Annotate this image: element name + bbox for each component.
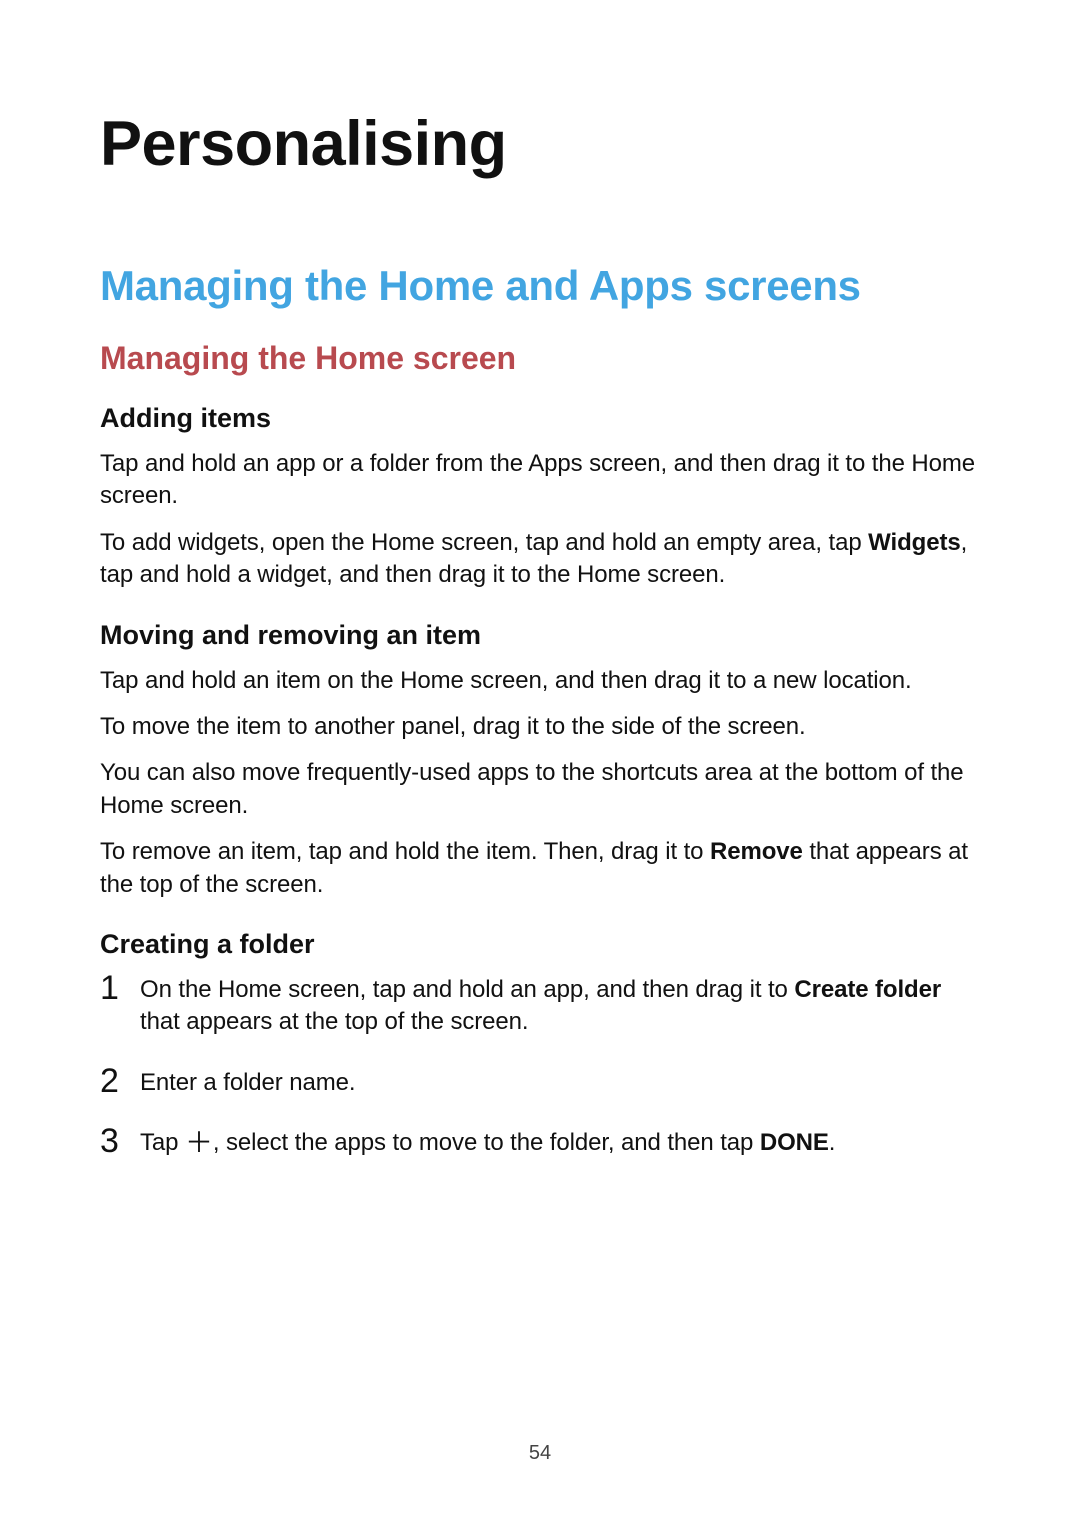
bold-widgets: Widgets [868, 529, 960, 556]
body-text: To move the item to another panel, drag … [100, 711, 980, 743]
chapter-title: Personalising [100, 108, 980, 180]
body-text: To remove an item, tap and hold the item… [100, 836, 980, 901]
body-text: Tap and hold an app or a folder from the… [100, 448, 980, 513]
text-span: To add widgets, open the Home screen, ta… [100, 529, 868, 556]
body-text: Tap and hold an item on the Home screen,… [100, 665, 980, 697]
bold-remove: Remove [710, 838, 803, 865]
text-span: On the Home screen, tap and hold an app,… [140, 976, 794, 1003]
step-3: Tap ＋, select the apps to move to the fo… [100, 1127, 980, 1159]
topic-creating-folder: Creating a folder On the Home screen, ta… [100, 929, 980, 1160]
step-2: Enter a folder name. [100, 1067, 980, 1099]
page-number: 54 [0, 1442, 1080, 1465]
section-title: Managing the Home and Apps screens [100, 262, 980, 310]
text-span: , select the apps to move to the folder,… [213, 1129, 760, 1156]
bold-done: DONE [760, 1129, 829, 1156]
text-span: . [829, 1129, 836, 1156]
topic-adding-items: Adding items Tap and hold an app or a fo… [100, 403, 980, 592]
topic-title-folder: Creating a folder [100, 929, 980, 960]
page: Personalising Managing the Home and Apps… [0, 0, 1080, 1527]
step-1: On the Home screen, tap and hold an app,… [100, 974, 980, 1039]
text-span: Tap [140, 1129, 185, 1156]
topic-title-adding: Adding items [100, 403, 980, 434]
body-text: To add widgets, open the Home screen, ta… [100, 527, 980, 592]
subsection-title: Managing the Home screen [100, 340, 980, 377]
text-span: To remove an item, tap and hold the item… [100, 838, 710, 865]
bold-create-folder: Create folder [794, 976, 941, 1003]
topic-moving-item: Moving and removing an item Tap and hold… [100, 620, 980, 901]
steps-list: On the Home screen, tap and hold an app,… [100, 974, 980, 1160]
text-span: that appears at the top of the screen. [140, 1008, 528, 1035]
topic-title-moving: Moving and removing an item [100, 620, 980, 651]
body-text: You can also move frequently-used apps t… [100, 757, 980, 822]
